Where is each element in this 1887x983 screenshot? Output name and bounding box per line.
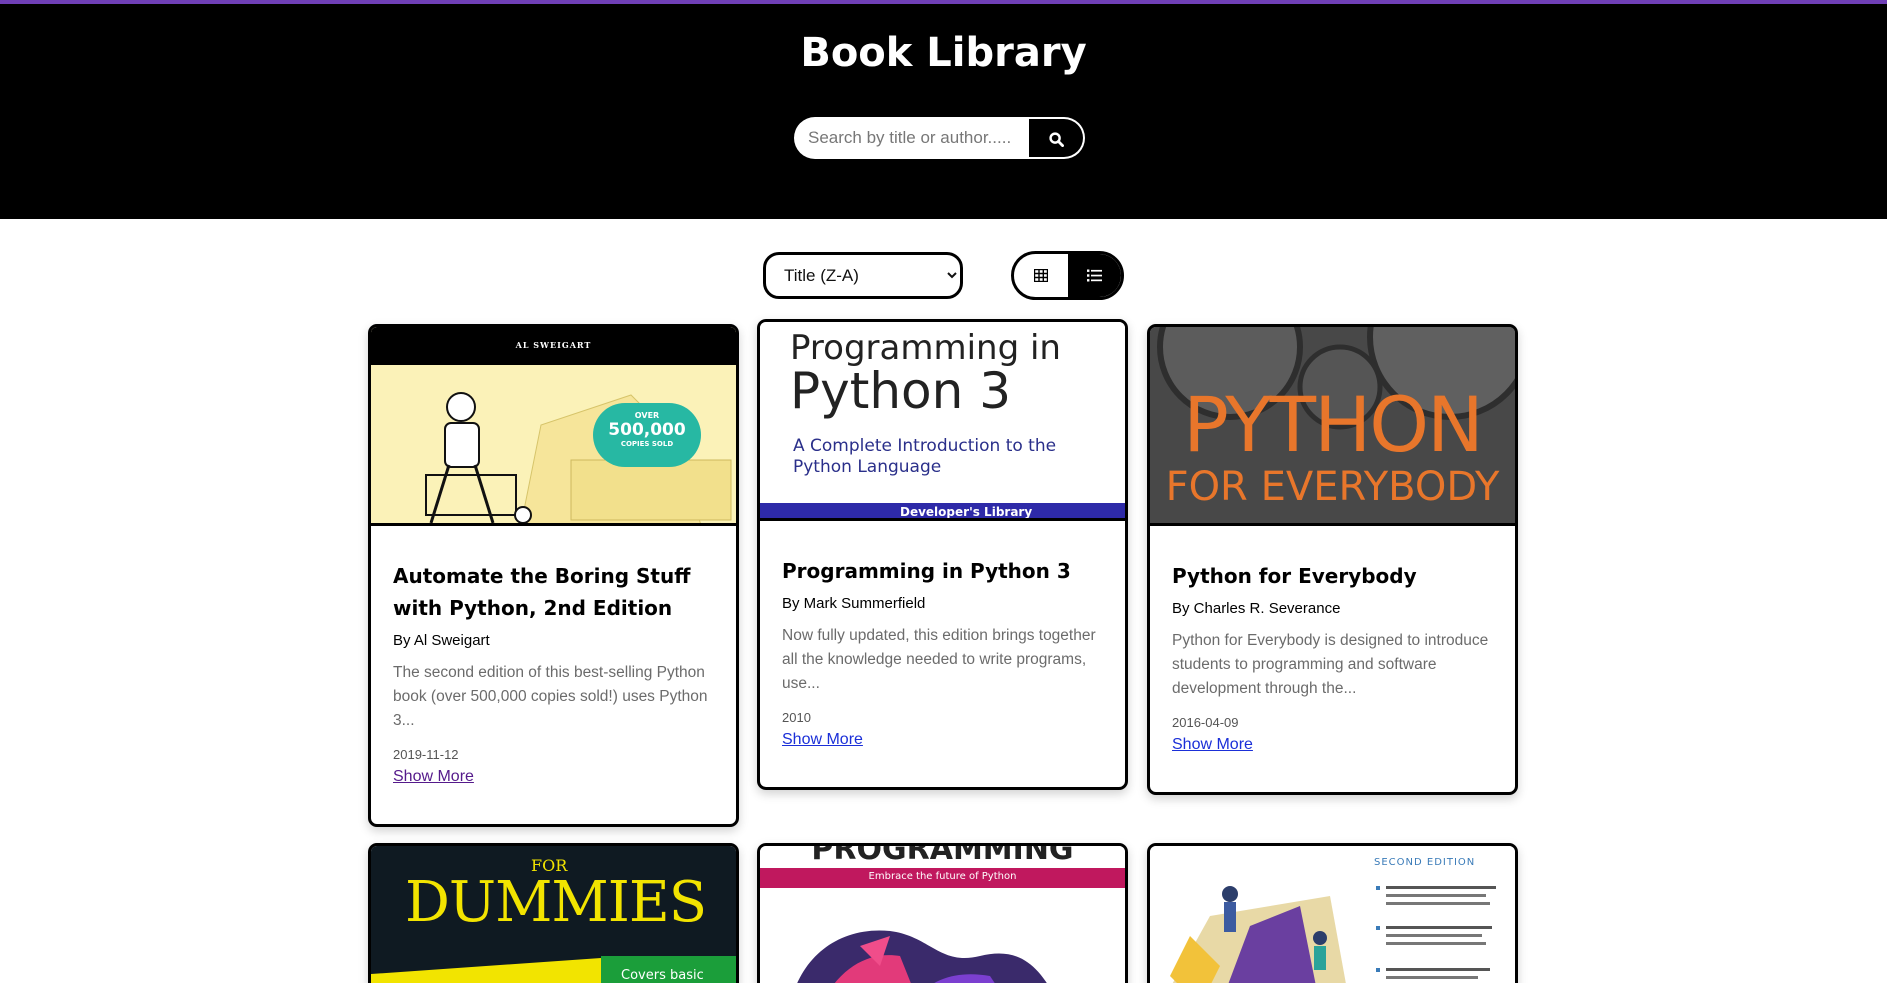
book-author: By Al Sweigart <box>393 632 490 649</box>
book-description: Now fully updated, this edition brings t… <box>782 627 1096 692</box>
book-card: FOR DUMMIES Covers basic <box>368 843 739 983</box>
book-date: 2019-11-12 <box>393 747 459 762</box>
cover-author: AL SWEIGART <box>515 340 592 350</box>
view-toggle <box>1011 251 1124 300</box>
grid-view-button[interactable] <box>1014 254 1068 297</box>
book-card: PROGRAMMING Embrace the future of Python <box>757 843 1128 983</box>
cover-line-2: FOR EVERYBODY <box>1165 464 1500 510</box>
book-description: The second edition of this best-selling … <box>393 664 708 729</box>
cover-main: DUMMIES <box>405 870 707 935</box>
card-body: Automate the Boring Stuff with Python, 2… <box>371 560 736 786</box>
grid-icon <box>1033 269 1048 282</box>
book-cover: PYTHON FOR EVERYBODY <box>1150 327 1515 526</box>
book-cover: AL SWEIGART OVER 500,000 COPIES SOLD <box>371 327 736 526</box>
sort-select[interactable]: Title (Z-A) <box>763 252 963 299</box>
book-date: 2010 <box>782 710 811 725</box>
site-header: Book Library <box>0 0 1887 219</box>
badge-line-1: OVER <box>634 411 660 420</box>
book-description: Python for Everybody is designed to intr… <box>1172 632 1489 697</box>
book-cover: FOR DUMMIES Covers basic <box>371 846 736 983</box>
book-card: SECOND EDITION <box>1147 843 1518 983</box>
search-input[interactable] <box>794 117 1029 159</box>
book-date: 2016-04-09 <box>1172 715 1239 730</box>
show-more-link[interactable]: Show More <box>393 768 474 786</box>
page-title: Book Library <box>800 30 1087 76</box>
cover-sub-2: Python Language <box>793 457 942 477</box>
cover-main: PROGRAMMING <box>811 846 1074 867</box>
cover-illustration <box>1170 886 1496 983</box>
book-card: Programming in Python 3 A Complete Intro… <box>757 319 1128 790</box>
copies-sold-badge: OVER 500,000 COPIES SOLD <box>593 411 701 448</box>
search-bar <box>794 117 1090 159</box>
cover-line-1: PYTHON <box>1183 380 1484 469</box>
book-cover: Programming in Python 3 A Complete Intro… <box>760 322 1125 521</box>
book-author: By Charles R. Severance <box>1172 600 1341 617</box>
search-button[interactable] <box>1029 117 1085 159</box>
book-cover: SECOND EDITION <box>1150 846 1515 983</box>
cover-sub-1: A Complete Introduction to the <box>793 436 1057 456</box>
show-more-link[interactable]: Show More <box>1172 736 1253 754</box>
book-card: AL SWEIGART OVER 500,000 COPIES SOLD Aut… <box>368 324 739 827</box>
book-author: By Mark Summerfield <box>782 595 926 612</box>
cover-band-text: Developer's Library <box>900 505 1033 519</box>
book-title: Automate the Boring Stuff with Python, 2… <box>393 564 691 620</box>
cover-band-text: Covers basic <box>621 968 704 983</box>
list-view-button[interactable] <box>1067 254 1121 297</box>
show-more-link[interactable]: Show More <box>782 731 863 749</box>
list-icon <box>1086 269 1102 282</box>
card-body: Programming in Python 3 By Mark Summerfi… <box>760 555 1125 749</box>
book-card: PYTHON FOR EVERYBODY Python for Everybod… <box>1147 324 1518 795</box>
search-icon <box>1049 132 1064 147</box>
card-body: Python for Everybody By Charles R. Sever… <box>1150 560 1515 754</box>
cover-yellow-band <box>371 957 601 983</box>
book-title: Python for Everybody <box>1172 564 1417 588</box>
book-title: Programming in Python 3 <box>782 559 1071 583</box>
cover-band-text: Embrace the future of Python <box>868 871 1017 882</box>
python-snake-illustration <box>797 930 1047 983</box>
badge-line-3: COPIES SOLD <box>620 440 674 448</box>
book-cover: PROGRAMMING Embrace the future of Python <box>760 846 1125 983</box>
cover-line-2: Python 3 <box>790 362 1012 420</box>
badge-line-2: 500,000 <box>608 420 686 440</box>
